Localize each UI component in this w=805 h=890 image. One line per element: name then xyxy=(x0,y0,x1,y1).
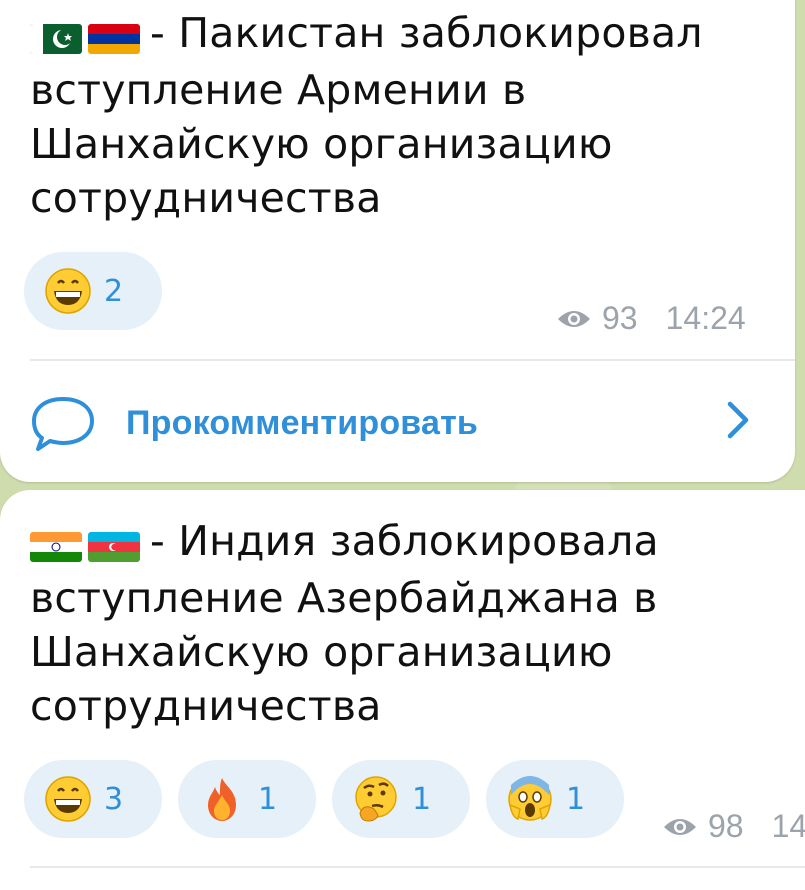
india-flag-icon xyxy=(30,532,82,562)
fire-icon xyxy=(208,778,236,821)
eye-icon xyxy=(664,818,696,835)
reaction-count: 2 xyxy=(104,273,124,309)
azerbaijan-flag-icon xyxy=(88,532,140,562)
flags xyxy=(30,9,146,63)
divider xyxy=(30,866,805,868)
reaction-count: 1 xyxy=(412,781,432,817)
divider xyxy=(30,359,795,361)
grinning-face-icon xyxy=(45,776,91,822)
message-text: - Индия заблокировала вступление Азербай… xyxy=(30,514,770,733)
reaction-count: 3 xyxy=(104,781,124,817)
reaction-fire[interactable]: 1 xyxy=(178,760,316,838)
armenia-flag-icon xyxy=(88,24,140,54)
message-time: 14:24 xyxy=(665,300,746,336)
message-meta: 98 14 xyxy=(662,808,805,845)
reaction-count: 1 xyxy=(566,781,586,817)
reaction-bar: 3 1 1 1 xyxy=(24,760,624,838)
message-text: - Пакистан заблокировал вступление Армен… xyxy=(30,6,770,225)
reaction-screaming[interactable]: 1 xyxy=(486,760,624,838)
reaction-bar: 2 xyxy=(24,252,162,330)
chevron-right-icon xyxy=(727,401,749,439)
thinking-face-icon xyxy=(355,776,397,822)
comment-label: Прокомментировать xyxy=(126,403,479,442)
reaction-count: 1 xyxy=(258,781,278,817)
grinning-face-icon xyxy=(45,268,91,314)
views-count: 93 xyxy=(602,300,638,336)
reaction-grinning[interactable]: 2 xyxy=(24,252,162,330)
views-count: 98 xyxy=(708,808,744,844)
flags xyxy=(30,517,146,571)
message-time: 14 xyxy=(771,808,805,844)
pakistan-flag-icon xyxy=(30,24,82,54)
message-meta: 93 14:24 xyxy=(556,300,746,337)
reaction-grinning[interactable]: 3 xyxy=(24,760,162,838)
reaction-thinking[interactable]: 1 xyxy=(332,760,470,838)
speech-bubble-icon xyxy=(32,397,94,451)
screaming-face-icon xyxy=(508,776,552,821)
comment-button[interactable]: Прокомментировать xyxy=(30,388,760,458)
eye-icon xyxy=(558,310,590,327)
